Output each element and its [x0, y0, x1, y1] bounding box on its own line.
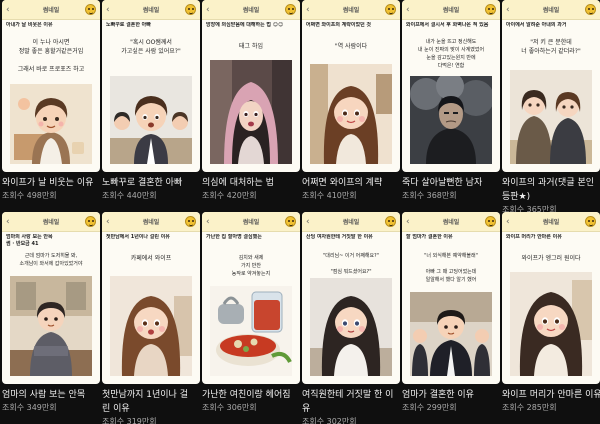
thumbnail-header: ‹ 썸네일: [102, 0, 200, 20]
short-title[interactable]: 첫만남까지 1년이나 걸 린 이유: [102, 388, 202, 416]
view-count: 조회수 368만회: [402, 191, 457, 200]
smiley-icon: [185, 4, 196, 15]
short-thumbnail[interactable]: ‹ 썸네일 방장에 의심받음에 대해하는 법 ☺☺ 태그 하임: [202, 0, 300, 172]
hooded-woman-illustration: [210, 60, 292, 164]
kimchi-food-illustration: [210, 286, 292, 376]
thumbnail-caption: 엄마의 사랑 보는 안목 썸 · 반모금 41: [6, 234, 53, 247]
thumbnail-header: ‹ 썸네일: [2, 0, 100, 20]
short-title[interactable]: 엄마가 결혼한 이유: [402, 388, 502, 402]
thumbnail-caption: 어쩌면 와이프의 계략이었던 것: [306, 22, 372, 28]
smiley-icon: [385, 216, 396, 227]
view-count: 조회수 299만회: [402, 403, 457, 412]
smiley-icon: [385, 4, 396, 15]
short-thumbnail[interactable]: ‹ 썸네일 산딩 여자원한테 거짓말 한 이유 "대리님~ 이거 어째해요?" …: [302, 212, 400, 384]
short-thumbnail[interactable]: ‹ 썸네일 엄마의 사랑 보는 안목 썸 · 반모금 41 근데 엄마가 도저히…: [2, 212, 100, 384]
short-thumbnail[interactable]: ‹ 썸네일 와이프 머리가 안마른 이유 와이프가 엥그러 원이다: [502, 212, 600, 384]
smiling-girl-illustration: [310, 64, 392, 164]
two-women-illustration: [510, 70, 592, 164]
smiley-icon: [485, 4, 496, 15]
thumbnail-header: ‹ 썸네일: [202, 0, 300, 20]
thumbnail-header: ‹ 썸네일: [2, 212, 100, 232]
thumbnail-header: ‹ 썸네일: [302, 0, 400, 20]
thumbnail-caption: 가난한 집 할아명 결심했는: [206, 234, 262, 240]
thumbnail-dialogue: "저 키 큰 분한데 너 좋아하는거 같더라?": [521, 39, 581, 55]
short-title[interactable]: 죽다 살아날뻔한 남자: [402, 176, 502, 190]
short-title[interactable]: 어쩌면 와이프의 계략: [302, 176, 402, 190]
view-count: 조회수 319만회: [102, 417, 157, 424]
thumbnail-dialogue: "역 사람이다: [334, 43, 368, 50]
smiley-icon: [285, 216, 296, 227]
view-count: 조회수 498만회: [2, 191, 57, 200]
view-count: 조회수 410만회: [302, 191, 357, 200]
long-hair-girl-illustration: [510, 272, 592, 376]
surprised-girl-illustration: [110, 276, 192, 376]
thumbnail-dialogue: 근데 엄마가 도저히물 봐, 소개남이 와서에 갑아있었거야: [19, 253, 83, 267]
short-title[interactable]: 와이프가 날 비웃는 이유: [2, 176, 102, 190]
thumbnail-caption: 와이프에서 결시서 후 화벽나온 적 있음: [406, 22, 489, 28]
thumbnail-caption: 와이프 머리가 안마른 이유: [506, 234, 562, 240]
thumbnail-caption: 첫만남에서 1년이나 걸린 이유: [106, 234, 170, 240]
view-count: 조회수 440만회: [102, 191, 157, 200]
cafe-man-illustration: [10, 276, 92, 376]
thumbnail-dialogue: "대리님~ 이거 어째해요?" "점심 뭐드셨어요?": [322, 253, 380, 275]
thumbnail-caption: 할 엄마가 결혼한 이유: [406, 234, 453, 240]
short-title[interactable]: 가난한 여친이랑 헤어짐: [202, 388, 302, 402]
office-workers-illustration: [110, 76, 192, 164]
smiley-icon: [85, 216, 96, 227]
short-title[interactable]: 엄마의 사람 보는 안목: [2, 388, 102, 402]
thumbnail-header: ‹ 썸네일: [202, 212, 300, 232]
thumbnail-caption: 산딩 여자원한테 거짓말 한 이유: [306, 234, 373, 240]
office-girl-illustration: [310, 278, 392, 376]
thumbnail-caption: 노빠꾸로 결혼한 아빠: [106, 22, 151, 28]
dark-storm-man-illustration: [410, 76, 492, 164]
view-count: 조회수 306만회: [202, 403, 257, 412]
short-title[interactable]: 노빠꾸로 결혼한 아빠: [102, 176, 202, 190]
thumbnail-header: ‹ 썸네일: [502, 0, 600, 20]
thumbnail-caption: 아이에서 알려준 아내의 과거: [506, 22, 567, 28]
short-thumbnail[interactable]: ‹ 썸네일 할 엄마가 결혼한 이유 "너 외식해본 예약해볼래" 아빠 그 때…: [402, 212, 500, 384]
thumbnail-dialogue: 내가 눈을 뜨고 정신해도 내 눈이 진짜의 맞이 사계였었어 눈을 감고있는원…: [417, 39, 485, 69]
view-count: 조회수 420만회: [202, 191, 257, 200]
thumbnail-caption: 방장에 의심받음에 대해하는 법 ☺☺: [206, 22, 284, 28]
thumbnail-dialogue: "혹시 OO쌤께서 가고싶은 사람 있어요?": [121, 39, 181, 55]
short-title[interactable]: 여직원한테 거짓말 한 이 유: [302, 388, 402, 416]
short-title[interactable]: 와이프의 과거(댓글 본인 등판★): [502, 176, 600, 204]
thumbnail-dialogue: 와이프가 엥그러 원이다: [521, 255, 581, 262]
short-title[interactable]: 와이프 머리가 안마른 이유: [502, 388, 600, 402]
view-count: 조회수 349만회: [2, 403, 57, 412]
short-thumbnail[interactable]: ‹ 썸네일 어쩌면 와이프의 계략이었던 것 "역 사람이다: [302, 0, 400, 172]
short-thumbnail[interactable]: ‹ 썸네일 아이에서 알려준 아내의 과거 "저 키 큰 분한데 너 좋아하는거…: [502, 0, 600, 172]
thumbnail-caption: 아내가 날 비웃은 이유: [6, 22, 53, 28]
view-count: 조회수 285만회: [502, 403, 557, 412]
short-thumbnail[interactable]: ‹ 썸네일 첫만남에서 1년이나 걸린 이유 카페에서 와이프: [102, 212, 200, 384]
thumbnail-dialogue: 카페에서 와이프: [130, 255, 172, 262]
shorts-grid: ‹ 썸네일 아내가 날 비웃은 이유 이 누나 아시면 정말 좋은 흥할거같은거…: [0, 0, 600, 424]
thumbnail-dialogue: 김치와 새제 가지 반찬 농작로 약겨놓는지: [231, 255, 271, 277]
smiley-icon: [85, 4, 96, 15]
smiley-icon: [585, 4, 596, 15]
school-boy-illustration: [410, 292, 492, 376]
thumbnail-dialogue: 태그 하임: [239, 43, 263, 50]
thumbnail-header: ‹ 썸네일: [102, 212, 200, 232]
smiley-icon: [185, 216, 196, 227]
view-count: 조회수 302만회: [302, 417, 357, 424]
short-thumbnail[interactable]: ‹ 썸네일 와이프에서 결시서 후 화벽나온 적 있음 내가 눈을 뜨고 정신해…: [402, 0, 500, 172]
thumbnail-header: ‹ 썸네일: [502, 212, 600, 232]
short-thumbnail[interactable]: ‹ 썸네일 가난한 집 할아명 결심했는 김치와 새제 가지 반찬 농작로 약겨…: [202, 212, 300, 384]
thumbnail-header: ‹ 썸네일: [402, 0, 500, 20]
cartoon-man-illustration: [10, 84, 92, 164]
short-thumbnail[interactable]: ‹ 썸네일 노빠꾸로 결혼한 아빠 "혹시 OO쌤께서 가고싶은 사람 있어요?…: [102, 0, 200, 172]
thumbnail-dialogue: "너 외식해본 예약해볼래" 아빠 그 때 고딩어었는데 일알해서 했다 알기 …: [424, 253, 478, 283]
short-thumbnail[interactable]: ‹ 썸네일 아내가 날 비웃은 이유 이 누나 아시면 정말 좋은 흥할거같은거…: [2, 0, 100, 172]
thumbnail-dialogue: 이 누나 아시면 정말 좋은 흥할거같은거임 그래서 바로 프로포즈 하고: [17, 39, 85, 73]
smiley-icon: [285, 4, 296, 15]
smiley-icon: [485, 216, 496, 227]
thumbnail-header: ‹ 썸네일: [302, 212, 400, 232]
short-title[interactable]: 의심에 대처하는 법: [202, 176, 302, 190]
thumbnail-header: ‹ 썸네일: [402, 212, 500, 232]
smiley-icon: [585, 216, 596, 227]
